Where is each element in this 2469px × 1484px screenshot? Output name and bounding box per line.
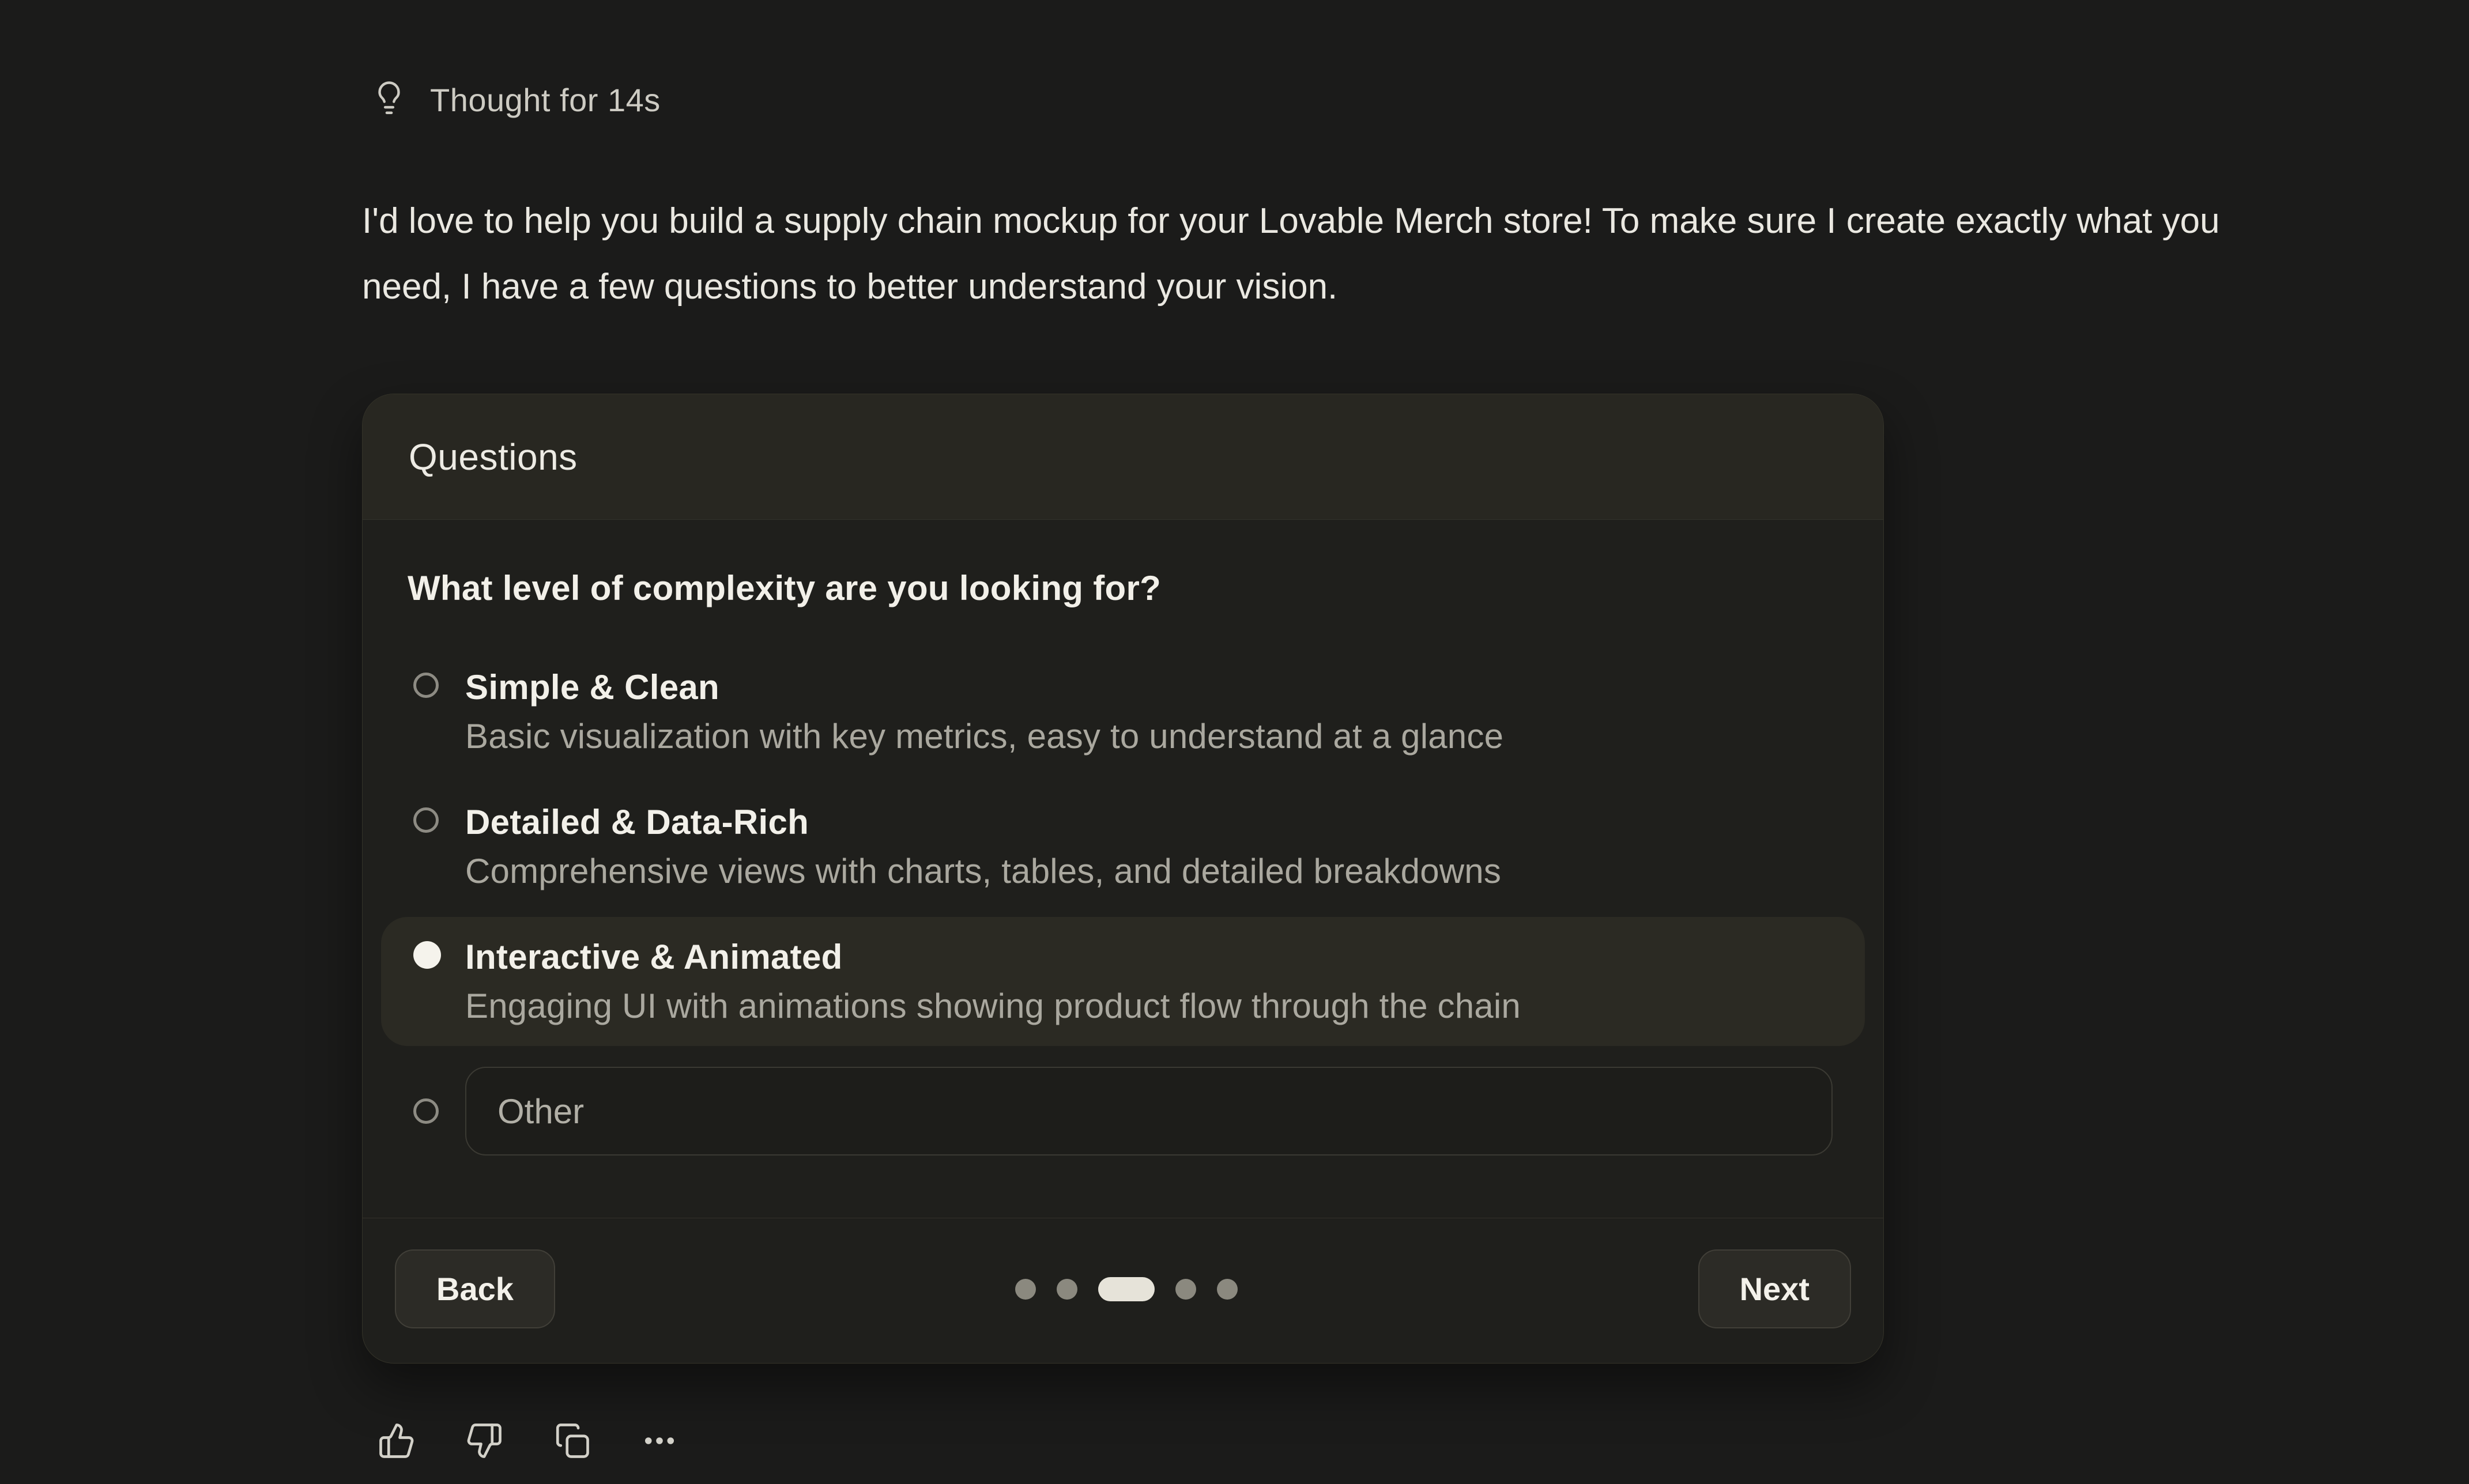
option-title: Detailed & Data-Rich [465, 800, 1833, 844]
pagination-dot-4 [1175, 1279, 1196, 1300]
lightbulb-icon [370, 80, 408, 120]
back-button[interactable]: Back [395, 1249, 555, 1328]
radio-selected-icon[interactable] [413, 941, 441, 969]
next-button[interactable]: Next [1698, 1249, 1851, 1328]
copy-icon[interactable] [552, 1421, 591, 1460]
pagination-dots [1015, 1277, 1238, 1301]
more-options-icon[interactable] [640, 1421, 679, 1460]
options-list: Simple & Clean Basic visualization with … [408, 647, 1838, 1170]
thumbs-down-icon[interactable] [465, 1421, 504, 1460]
thought-label: Thought for 14s [430, 81, 661, 119]
pagination-dot-1 [1015, 1279, 1036, 1300]
radio-unselected-icon[interactable] [413, 1098, 439, 1124]
option-title: Interactive & Animated [465, 935, 1833, 979]
questions-card: Questions What level of complexity are y… [362, 394, 1884, 1364]
pagination-dot-5 [1217, 1279, 1238, 1300]
option-title: Simple & Clean [465, 666, 1833, 709]
option-description: Basic visualization with key metrics, ea… [465, 715, 1833, 758]
questions-card-footer: Back Next [363, 1218, 1883, 1363]
option-description: Comprehensive views with charts, tables,… [465, 849, 1833, 893]
pagination-dot-3-active [1098, 1277, 1155, 1301]
thought-indicator[interactable]: Thought for 14s [370, 80, 2469, 120]
questions-card-header: Questions [363, 394, 1883, 520]
question-text: What level of complexity are you looking… [408, 568, 1838, 608]
thumbs-up-icon[interactable] [377, 1421, 416, 1460]
message-actions [377, 1421, 2469, 1460]
assistant-message-text: I'd love to help you build a supply chai… [362, 188, 2241, 320]
option-interactive-animated[interactable]: Interactive & Animated Engaging UI with … [381, 917, 1865, 1046]
option-description: Engaging UI with animations showing prod… [465, 984, 1833, 1028]
option-simple-clean[interactable]: Simple & Clean Basic visualization with … [381, 647, 1865, 776]
radio-unselected-icon[interactable] [413, 807, 439, 833]
option-detailed-data-rich[interactable]: Detailed & Data-Rich Comprehensive views… [381, 782, 1865, 911]
questions-card-title: Questions [409, 436, 578, 478]
other-option-input[interactable] [465, 1067, 1833, 1156]
radio-unselected-icon[interactable] [413, 673, 439, 698]
questions-card-body: What level of complexity are you looking… [363, 520, 1883, 1176]
option-other[interactable] [381, 1052, 1865, 1170]
chat-message-block: Thought for 14s I'd love to help you bui… [362, 0, 2469, 1460]
pagination-dot-2 [1057, 1279, 1077, 1300]
